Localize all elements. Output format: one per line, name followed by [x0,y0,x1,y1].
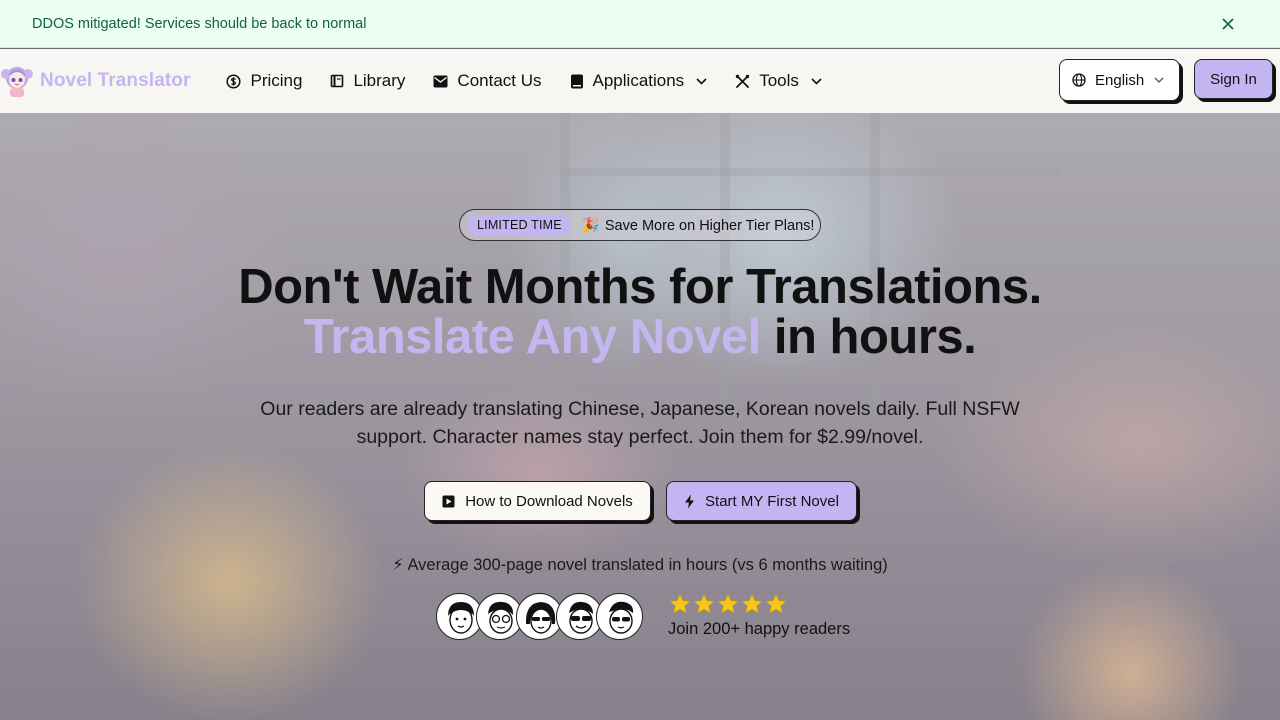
star-icon [693,593,715,614]
announcement-banner: DDOS mitigated! Services should be back … [0,0,1280,48]
download-novels-label: How to Download Novels [465,492,633,510]
download-novels-button[interactable]: How to Download Novels [424,481,651,521]
headline-line-1: Don't Wait Months for Translations. [238,260,1042,314]
play-icon [442,495,455,507]
headline-rest: in hours. [760,310,977,364]
nav-tools[interactable]: Tools [735,71,822,91]
start-first-novel-button[interactable]: Start MY First Novel [666,481,857,521]
nav-links: Pricing Library Contact Us Applications … [226,71,849,91]
rating-stars [668,593,788,615]
chevron-down-icon [811,77,822,85]
language-selector[interactable]: English [1059,59,1180,101]
book-icon [331,74,344,88]
star-icon [765,593,787,614]
language-label: English [1095,71,1145,89]
promo-label: Save More on Higher Tier Plans! [604,217,815,234]
globe-icon [1072,73,1086,87]
nav-pricing-label: Pricing [250,71,303,90]
nav-tools-label: Tools [759,71,799,90]
tools-icon [735,74,750,88]
nav-pricing[interactable]: Pricing [226,71,302,91]
chevron-down-icon [1154,77,1164,83]
mascot-logo-icon [1,67,33,97]
lightning-icon [685,494,695,508]
promo-text: 🎉 Save More on Higher Tier Plans! [582,217,815,234]
limited-time-badge: LIMITED TIME [468,215,571,235]
mail-icon [433,75,448,87]
nav-applications[interactable]: Applications [570,71,708,91]
brand-name: Novel Translator [40,70,191,91]
nav-contact-label: Contact Us [457,71,542,90]
nav-library[interactable]: Library [330,71,405,91]
nav-library-label: Library [353,71,406,90]
close-icon[interactable] [1218,14,1238,34]
start-first-novel-label: Start MY First Novel [705,492,839,510]
reader-avatars [436,593,646,641]
star-icon [717,593,739,614]
party-popper-icon: 🎉 [581,217,600,234]
star-icon [741,593,763,614]
sign-in-button[interactable]: Sign In [1194,59,1273,99]
avatar [596,593,643,640]
star-icon [669,593,691,614]
stat-line: ⚡ Average 300-page novel translated in h… [392,556,888,574]
headline-line-2: Translate Any Novel in hours. [0,313,1280,362]
dollar-circle-icon [226,73,242,89]
promo-pill[interactable]: LIMITED TIME 🎉 Save More on Higher Tier P… [459,209,821,241]
hero-subtitle: Our readers are already translating Chin… [260,398,1020,448]
app-icon [570,74,583,88]
chevron-down-icon [696,77,707,85]
brand-logo[interactable]: Novel Translator [0,49,190,113]
nav-contact[interactable]: Contact Us [433,71,542,91]
join-readers-text: Join 200+ happy readers [668,620,851,638]
banner-text: DDOS mitigated! Services should be back … [32,15,367,32]
nav-applications-label: Applications [592,71,685,90]
top-navbar: Novel Translator Pricing Library Contact… [0,49,1280,113]
hero-section: LIMITED TIME 🎉 Save More on Higher Tier P… [0,113,1280,720]
headline-accent: Translate Any Novel [303,310,762,364]
